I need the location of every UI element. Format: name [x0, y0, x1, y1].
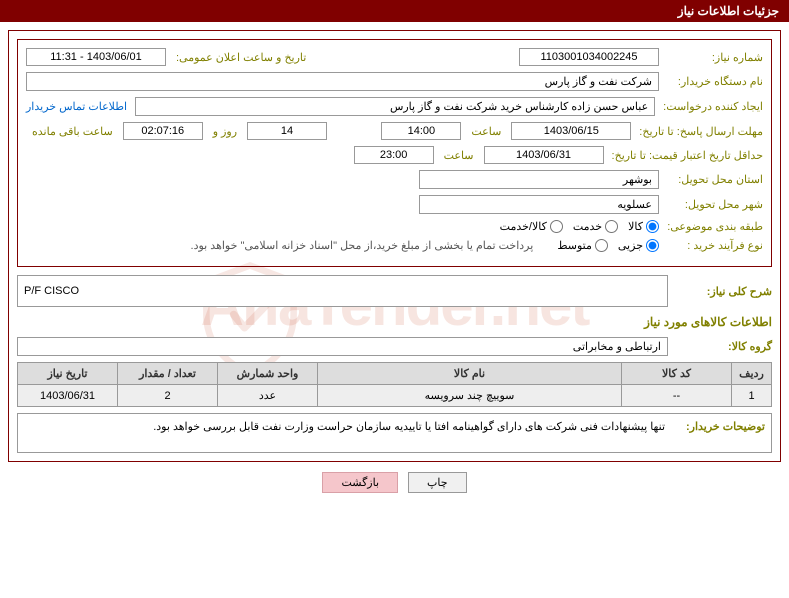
row-general-desc: شرح کلی نیاز: P/F CISCO — [17, 275, 772, 307]
category-label: طبقه بندی موضوعی: — [663, 220, 763, 233]
time-label-2: ساعت — [438, 149, 480, 162]
goods-table: ردیف کد کالا نام کالا واحد شمارش تعداد /… — [17, 362, 772, 407]
row-delivery-province: استان محل تحویل: بوشهر — [26, 170, 763, 189]
th-qty: تعداد / مقدار — [118, 363, 218, 385]
purchase-type-radio-group: جزیی متوسط — [557, 239, 659, 252]
row-goods-group: گروه کالا: ارتباطی و مخابراتی — [17, 337, 772, 356]
response-deadline-label: مهلت ارسال پاسخ: تا تاریخ: — [635, 125, 763, 138]
radio-medium[interactable]: متوسط — [557, 239, 608, 252]
remaining-time: 02:07:16 — [123, 122, 203, 140]
row-delivery-city: شهر محل تحویل: عسلویه — [26, 195, 763, 214]
th-date: تاریخ نیاز — [18, 363, 118, 385]
remarks-label: توضیحات خریدار: — [665, 420, 765, 433]
requester-value: عباس حسن زاده کارشناس خرید شرکت نفت و گا… — [135, 97, 655, 116]
back-button[interactable]: بازگشت — [322, 472, 398, 493]
need-number-value: 1103001034002245 — [519, 48, 659, 66]
delivery-city-value: عسلویه — [419, 195, 659, 214]
buyer-org-label: نام دستگاه خریدار: — [663, 75, 763, 88]
th-name: نام کالا — [318, 363, 622, 385]
td-name: سوییچ چند سرویسه — [318, 385, 622, 407]
table-row: 1 -- سوییچ چند سرویسه عدد 2 1403/06/31 — [18, 385, 772, 407]
row-purchase-type: نوع فرآیند خرید : جزیی متوسط پرداخت تمام… — [26, 239, 763, 252]
radio-service-input[interactable] — [605, 220, 618, 233]
delivery-city-label: شهر محل تحویل: — [663, 198, 763, 211]
radio-medium-label: متوسط — [557, 239, 592, 252]
remarks-text: تنها پیشنهادات فنی شرکت های دارای گواهین… — [153, 420, 665, 433]
announce-date-label: تاریخ و ساعت اعلان عمومی: — [170, 51, 312, 64]
radio-partial-label: جزیی — [618, 239, 643, 252]
delivery-province-label: استان محل تحویل: — [663, 173, 763, 186]
days-remaining: 14 — [247, 122, 327, 140]
radio-goods[interactable]: کالا — [628, 220, 659, 233]
remaining-label: ساعت باقی مانده — [26, 125, 119, 138]
radio-goods-label: کالا — [628, 220, 643, 233]
radio-partial[interactable]: جزیی — [618, 239, 659, 252]
price-validity-date: 1403/06/31 — [484, 146, 604, 164]
requester-label: ایجاد کننده درخواست: — [659, 100, 763, 113]
th-unit: واحد شمارش — [218, 363, 318, 385]
radio-goods-service[interactable]: کالا/خدمت — [500, 220, 563, 233]
radio-service-label: خدمت — [573, 220, 602, 233]
radio-service[interactable]: خدمت — [573, 220, 618, 233]
buyer-org-value: شرکت نفت و گاز پارس — [26, 72, 659, 91]
td-date: 1403/06/31 — [18, 385, 118, 407]
button-bar: چاپ بازگشت — [0, 472, 789, 493]
td-qty: 2 — [118, 385, 218, 407]
radio-goods-service-input[interactable] — [550, 220, 563, 233]
main-container: شماره نیاز: 1103001034002245 تاریخ و ساع… — [8, 30, 781, 462]
radio-goods-input[interactable] — [646, 220, 659, 233]
goods-info-title: اطلاعات کالاهای مورد نیاز — [17, 315, 772, 329]
purchase-note: پرداخت تمام یا بخشی از مبلغ خرید،از محل … — [191, 239, 534, 252]
announce-date-value: 1403/06/01 - 11:31 — [26, 48, 166, 66]
response-deadline-time: 14:00 — [381, 122, 461, 140]
response-deadline-date: 1403/06/15 — [511, 122, 631, 140]
page-title: جزئیات اطلاعات نیاز — [678, 4, 779, 18]
row-buyer-org: نام دستگاه خریدار: شرکت نفت و گاز پارس — [26, 72, 763, 91]
delivery-province-value: بوشهر — [419, 170, 659, 189]
buyer-contact-link[interactable]: اطلاعات تماس خریدار — [26, 100, 131, 113]
general-desc-value: P/F CISCO — [17, 275, 668, 307]
row-response-deadline: مهلت ارسال پاسخ: تا تاریخ: 1403/06/15 سا… — [26, 122, 763, 140]
goods-group-value: ارتباطی و مخابراتی — [17, 337, 668, 356]
td-code: -- — [622, 385, 732, 407]
radio-medium-input[interactable] — [595, 239, 608, 252]
category-radio-group: کالا خدمت کالا/خدمت — [500, 220, 659, 233]
td-row: 1 — [732, 385, 772, 407]
price-validity-label: حداقل تاریخ اعتبار قیمت: تا تاریخ: — [608, 149, 763, 162]
th-row: ردیف — [732, 363, 772, 385]
row-price-validity: حداقل تاریخ اعتبار قیمت: تا تاریخ: 1403/… — [26, 146, 763, 164]
th-code: کد کالا — [622, 363, 732, 385]
details-box: شماره نیاز: 1103001034002245 تاریخ و ساع… — [17, 39, 772, 267]
row-need-number: شماره نیاز: 1103001034002245 تاریخ و ساع… — [26, 48, 763, 66]
remarks-box: توضیحات خریدار: تنها پیشنهادات فنی شرکت … — [17, 413, 772, 453]
goods-group-label: گروه کالا: — [672, 340, 772, 353]
row-requester: ایجاد کننده درخواست: عباس حسن زاده کارشن… — [26, 97, 763, 116]
price-validity-time: 23:00 — [354, 146, 434, 164]
td-unit: عدد — [218, 385, 318, 407]
days-label: روز و — [207, 125, 243, 138]
radio-partial-input[interactable] — [646, 239, 659, 252]
general-desc-label: شرح کلی نیاز: — [672, 285, 772, 298]
page-header: جزئیات اطلاعات نیاز — [0, 0, 789, 22]
print-button[interactable]: چاپ — [408, 472, 467, 493]
row-category: طبقه بندی موضوعی: کالا خدمت کالا/خدمت — [26, 220, 763, 233]
time-label-1: ساعت — [465, 125, 507, 138]
need-number-label: شماره نیاز: — [663, 51, 763, 64]
purchase-type-label: نوع فرآیند خرید : — [663, 239, 763, 252]
radio-goods-service-label: کالا/خدمت — [500, 220, 547, 233]
table-header-row: ردیف کد کالا نام کالا واحد شمارش تعداد /… — [18, 363, 772, 385]
